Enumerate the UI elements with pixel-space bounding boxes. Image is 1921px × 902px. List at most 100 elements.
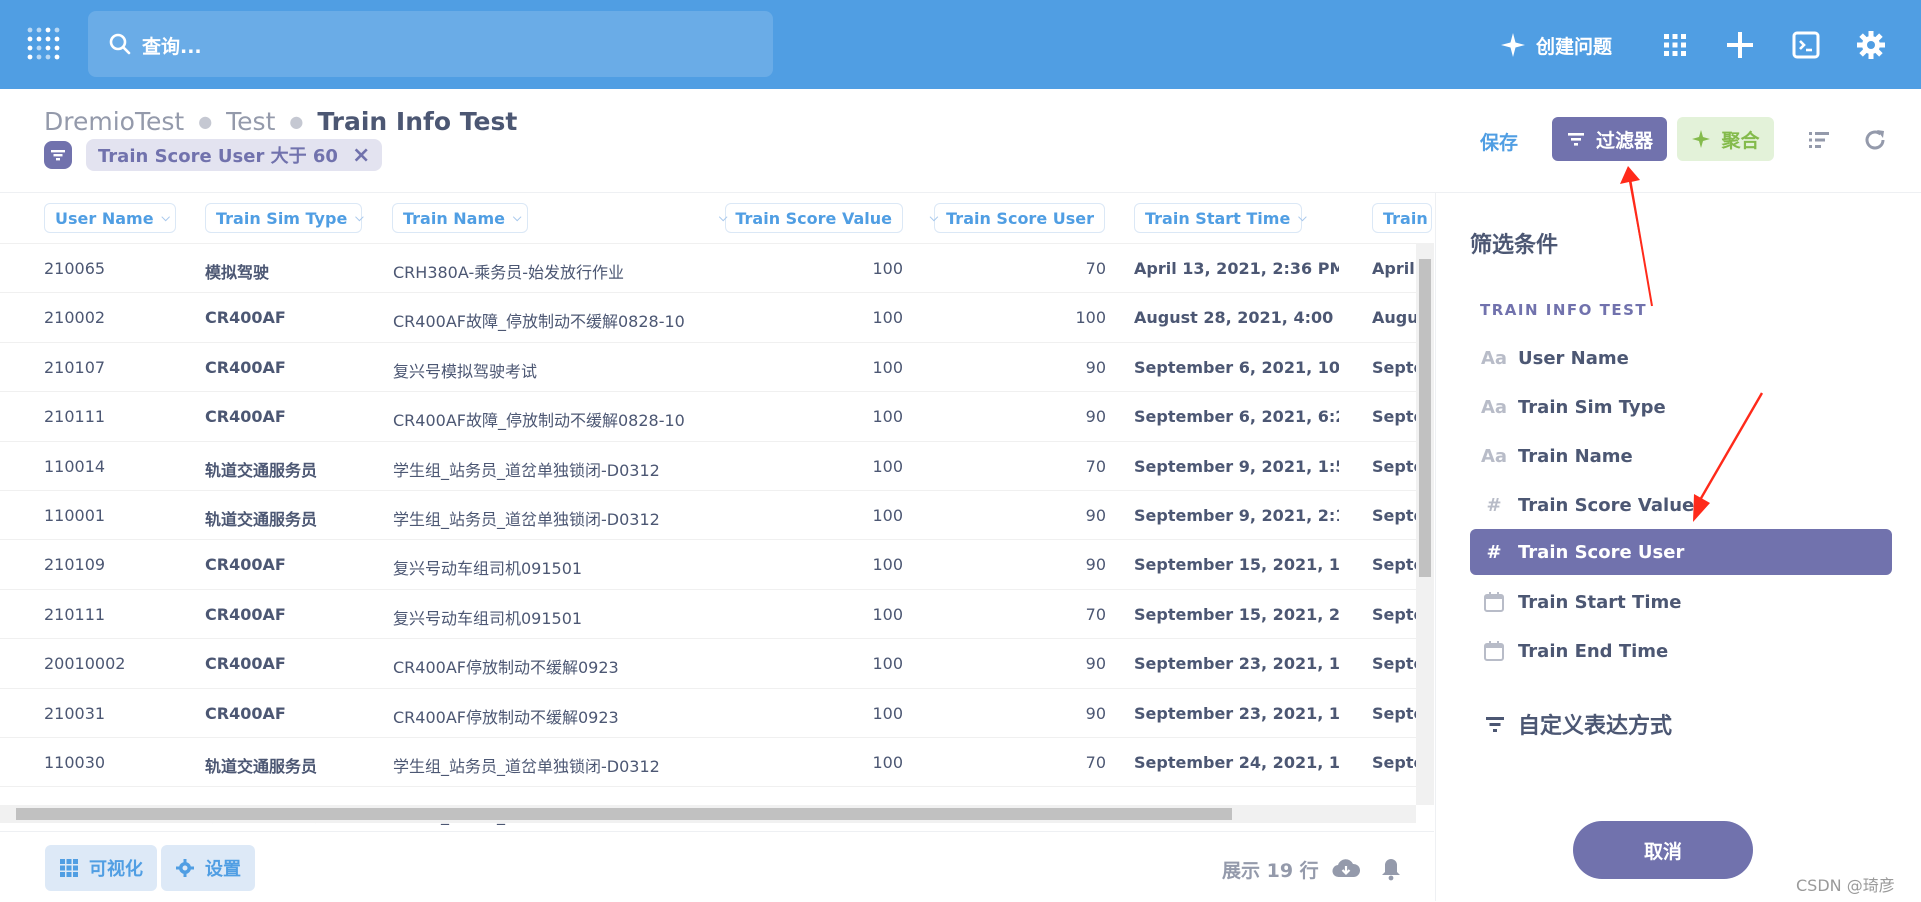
table-cell[interactable]: CR400AF xyxy=(205,704,385,723)
visualize-button[interactable]: 可视化 xyxy=(45,845,157,891)
table-cell[interactable]: CR400AF故障_停放制动不缓解0828-10 xyxy=(393,407,713,431)
table-cell[interactable]: Septe xyxy=(1372,457,1416,476)
table-cell[interactable]: April xyxy=(1372,259,1416,278)
table-cell[interactable]: CR400AF xyxy=(205,407,385,426)
table-cell[interactable]: 复兴号动车组司机091501 xyxy=(393,605,713,629)
table-cell[interactable]: 模拟驾驶 xyxy=(205,259,385,283)
table-cell[interactable]: CRH380A-乘务员-始发放行作业 xyxy=(393,259,713,283)
grid-apps-icon[interactable] xyxy=(1659,29,1691,61)
cancel-button[interactable]: 取消 xyxy=(1573,821,1753,879)
table-cell[interactable]: 学生组_站务员_道岔单独锁闭-D0312 xyxy=(393,457,713,481)
table-cell[interactable]: 110001 xyxy=(44,506,194,525)
search-input[interactable]: 查询... xyxy=(142,32,202,59)
table-cell[interactable]: 20010002 xyxy=(44,654,194,673)
filter-button[interactable]: 过滤器 xyxy=(1552,117,1667,161)
table-cell[interactable]: 210107 xyxy=(44,358,194,377)
table-cell[interactable]: 学生组_站务员_道岔单独锁闭-D0312 xyxy=(393,753,713,777)
table-cell[interactable]: September 15, 2021, 2:1... xyxy=(1134,605,1339,624)
table-cell[interactable]: April 13, 2021, 2:36 PM xyxy=(1134,259,1339,278)
table-cell[interactable]: September 6, 2021, 6:20 ... xyxy=(1134,407,1339,426)
table-cell[interactable]: 70 xyxy=(920,605,1106,624)
table-cell[interactable]: 复兴号模拟驾驶考试 xyxy=(393,358,713,382)
table-cell[interactable]: September 24, 2021, 1:5... xyxy=(1134,753,1339,772)
table-cell[interactable]: 100 xyxy=(740,654,903,673)
table-cell[interactable]: 90 xyxy=(920,555,1106,574)
table-cell[interactable]: Septe xyxy=(1372,506,1416,525)
table-cell[interactable]: 100 xyxy=(920,308,1106,327)
table-cell[interactable]: CR400AF停放制动不缓解0923 xyxy=(393,704,713,728)
table-cell[interactable]: 100 xyxy=(740,605,903,624)
scrollbar-thumb[interactable] xyxy=(16,808,1232,820)
aggregate-button[interactable]: 聚合 xyxy=(1677,117,1774,161)
table-cell[interactable]: September 23, 2021, 10:... xyxy=(1134,654,1339,673)
refresh-icon[interactable] xyxy=(1862,127,1888,153)
table-cell[interactable]: 100 xyxy=(740,407,903,426)
sidebar-field-train-end-time[interactable]: Train End Time xyxy=(1470,628,1892,674)
table-cell[interactable]: 210111 xyxy=(44,605,194,624)
table-cell[interactable]: 90 xyxy=(920,358,1106,377)
table-cell[interactable]: Septe xyxy=(1372,358,1416,377)
table-cell[interactable]: 100 xyxy=(740,704,903,723)
table-cell[interactable]: 100 xyxy=(740,308,903,327)
breadcrumb-schema[interactable]: Test xyxy=(226,107,275,136)
table-cell[interactable]: 90 xyxy=(920,654,1106,673)
table-cell[interactable]: 210111 xyxy=(44,407,194,426)
table-cell[interactable]: Septe xyxy=(1372,555,1416,574)
plus-icon[interactable] xyxy=(1724,29,1756,61)
table-cell[interactable]: 轨道交通服务员 xyxy=(205,753,385,777)
table-cell[interactable]: CR400AF xyxy=(205,358,385,377)
close-icon[interactable]: × xyxy=(352,143,370,168)
table-cell[interactable]: Septe xyxy=(1372,753,1416,772)
sidebar-field-user-name[interactable]: Aa User Name xyxy=(1470,335,1892,381)
table-cell[interactable]: 100 xyxy=(740,259,903,278)
table-cell[interactable]: September 6, 2021, 10:5... xyxy=(1134,358,1339,377)
breadcrumb-database[interactable]: DremioTest xyxy=(44,107,184,136)
scrollbar-thumb[interactable] xyxy=(1419,259,1431,577)
table-cell[interactable]: CR400AF xyxy=(205,308,385,327)
table-cell[interactable]: 70 xyxy=(920,753,1106,772)
column-header[interactable]: Train Start Time ⌵ xyxy=(1134,203,1307,233)
table-cell[interactable]: September 15, 2021, 1:5... xyxy=(1134,555,1339,574)
column-header[interactable]: Train E⌵ xyxy=(1372,203,1434,233)
save-button[interactable]: 保存 xyxy=(1480,128,1518,155)
table-cell[interactable]: 复兴号动车组司机091501 xyxy=(393,555,713,579)
table-cell[interactable]: 210065 xyxy=(44,259,194,278)
column-header[interactable]: User Name ⌵ xyxy=(44,203,176,233)
table-cell[interactable]: August 28, 2021, 4:00 PM xyxy=(1134,308,1339,327)
table-cell[interactable]: September 23, 2021, 11:... xyxy=(1134,704,1339,723)
vertical-scrollbar[interactable] xyxy=(1416,243,1434,805)
settings-button[interactable]: 设置 xyxy=(161,845,255,891)
column-header[interactable]: ⌵ Train Score User xyxy=(930,203,1105,233)
table-cell[interactable]: Septe xyxy=(1372,407,1416,426)
table-cell[interactable]: CR400AF xyxy=(205,555,385,574)
sidebar-field-train-score-user[interactable]: # Train Score User xyxy=(1470,529,1892,575)
column-header[interactable]: Train Sim Type ⌵ xyxy=(205,203,364,233)
table-cell[interactable]: 100 xyxy=(740,555,903,574)
table-cell[interactable]: 90 xyxy=(920,704,1106,723)
table-cell[interactable]: September 9, 2021, 1:57 ... xyxy=(1134,457,1339,476)
table-cell[interactable]: 学生组_站务员_道岔单独锁闭-D0312 xyxy=(393,506,713,530)
sidebar-field-train-score-value[interactable]: # Train Score Value xyxy=(1470,482,1892,528)
table-cell[interactable]: 110030 xyxy=(44,753,194,772)
column-header[interactable]: ⌵ Train Score Value xyxy=(719,203,903,233)
table-cell[interactable]: 轨道交通服务员 xyxy=(205,506,385,530)
table-cell[interactable]: Septe xyxy=(1372,605,1416,624)
table-cell[interactable]: CR400AF xyxy=(205,605,385,624)
table-cell[interactable]: 100 xyxy=(740,753,903,772)
new-question-button[interactable]: 创建问题 xyxy=(1500,28,1612,62)
table-cell[interactable]: 100 xyxy=(740,506,903,525)
custom-expression-button[interactable]: 自定义表达方式 xyxy=(1484,708,1672,740)
sort-list-icon[interactable] xyxy=(1806,127,1832,153)
sidebar-field-train-start-time[interactable]: Train Start Time xyxy=(1470,579,1892,625)
bell-icon[interactable] xyxy=(1380,857,1402,881)
table-cell[interactable]: 70 xyxy=(920,259,1106,278)
table-cell[interactable]: CR400AF故障_停放制动不缓解0828-10 xyxy=(393,308,713,332)
sidebar-field-train-sim-type[interactable]: Aa Train Sim Type xyxy=(1470,384,1892,430)
table-cell[interactable]: CR400AF xyxy=(205,654,385,673)
table-cell[interactable]: Septe xyxy=(1372,704,1416,723)
sidebar-field-train-name[interactable]: Aa Train Name xyxy=(1470,433,1892,479)
table-cell[interactable]: 210002 xyxy=(44,308,194,327)
table-cell[interactable]: 210031 xyxy=(44,704,194,723)
gear-icon[interactable] xyxy=(1855,29,1887,61)
filter-toggle-icon[interactable] xyxy=(44,141,72,169)
